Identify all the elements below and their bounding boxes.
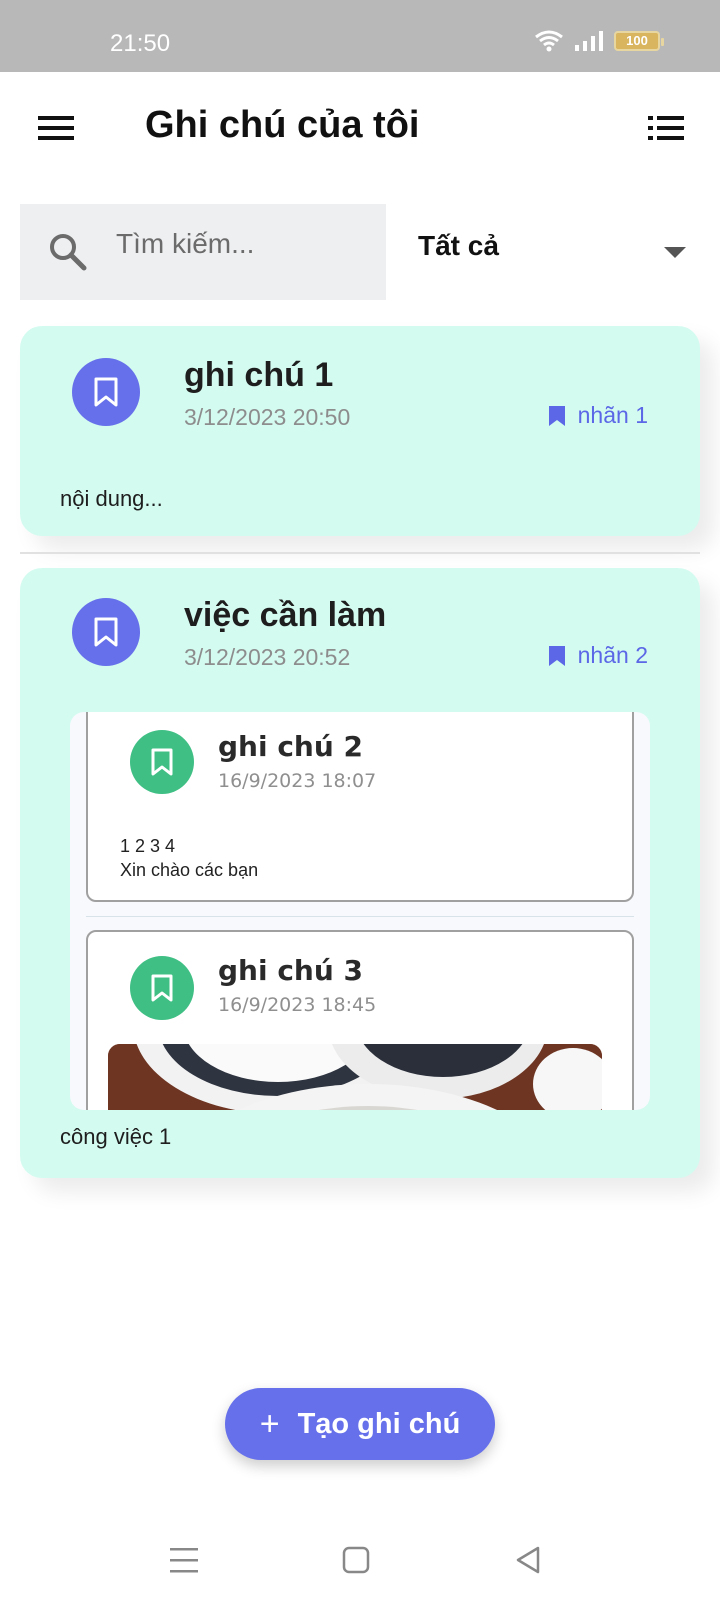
bookmark-icon <box>151 974 173 1002</box>
home-icon[interactable] <box>338 1542 374 1578</box>
back-icon[interactable] <box>510 1542 546 1578</box>
sub-note-date: 16/9/2023 18:07 <box>218 770 377 792</box>
system-nav-bar <box>0 1520 720 1600</box>
note-label-text: nhãn 1 <box>577 402 648 428</box>
note-date: 3/12/2023 20:52 <box>184 644 351 670</box>
bookmark-badge <box>72 358 140 426</box>
recent-apps-icon[interactable] <box>166 1542 202 1578</box>
note-title: ghi chú 1 <box>184 356 334 394</box>
photo-image <box>108 1044 602 1110</box>
bookmark-filled-icon <box>548 405 565 426</box>
signal-icon <box>575 31 603 51</box>
note-date: 3/12/2023 20:50 <box>184 404 351 430</box>
wifi-icon <box>535 30 563 52</box>
sub-note-title: ghi chú 3 <box>218 954 364 987</box>
note-label: nhãn 2 <box>548 642 648 669</box>
note-card[interactable]: ghi chú 1 3/12/2023 20:50 nhãn 1 nội dun… <box>20 326 700 536</box>
filter-dropdown[interactable]: Tất cả <box>418 230 499 262</box>
search-input[interactable]: Tìm kiếm... <box>20 204 386 300</box>
note-label-text: nhãn 2 <box>577 642 648 668</box>
sub-note-body: 1 2 3 4 Xin chào các bạn <box>120 834 258 882</box>
nested-notes-list[interactable]: ghi chú 2 16/9/2023 18:07 1 2 3 4 Xin ch… <box>70 712 650 1110</box>
create-note-button[interactable]: + Tạo ghi chú <box>225 1388 495 1460</box>
create-note-label: Tạo ghi chú <box>297 1407 461 1440</box>
sub-note-card[interactable]: ghi chú 3 16/9/2023 18:45 <box>86 930 634 1110</box>
page-title: Ghi chú của tôi <box>145 104 420 146</box>
note-title: việc cần làm <box>184 596 387 634</box>
divider <box>86 916 634 917</box>
bookmark-badge <box>72 598 140 666</box>
status-bar: 21:50 100 <box>0 0 720 72</box>
bookmark-icon <box>94 617 118 647</box>
bookmark-filled-icon <box>548 645 565 666</box>
note-card[interactable]: việc cần làm 3/12/2023 20:52 nhãn 2 ghi … <box>20 568 700 1178</box>
search-icon <box>50 234 87 271</box>
divider <box>20 552 700 554</box>
bookmark-icon <box>151 748 173 776</box>
status-time: 21:50 <box>110 30 171 57</box>
plus-icon: + <box>259 1404 280 1443</box>
note-label: nhãn 1 <box>548 402 648 429</box>
sub-note-date: 16/9/2023 18:45 <box>218 994 377 1016</box>
sub-note-body-line: 1 2 3 4 <box>120 836 176 856</box>
sub-note-card[interactable]: ghi chú 2 16/9/2023 18:07 1 2 3 4 Xin ch… <box>86 712 634 902</box>
bookmark-icon <box>94 377 118 407</box>
note-photo <box>108 1044 602 1110</box>
chevron-down-icon[interactable] <box>664 247 686 258</box>
search-placeholder: Tìm kiếm... <box>116 228 255 259</box>
app-bar: Ghi chú của tôi <box>0 72 720 184</box>
sub-note-body-line: Xin chào các bạn <box>120 860 259 880</box>
list-view-icon[interactable] <box>646 112 686 144</box>
bookmark-badge <box>130 956 194 1020</box>
note-body: công việc 1 <box>60 1124 172 1149</box>
sub-note-title: ghi chú 2 <box>218 730 364 763</box>
status-icons: 100 <box>534 30 664 52</box>
bookmark-badge <box>130 730 194 794</box>
menu-icon[interactable] <box>36 112 76 144</box>
note-body: nội dung... <box>60 486 163 511</box>
battery-icon: 100 <box>614 31 664 51</box>
